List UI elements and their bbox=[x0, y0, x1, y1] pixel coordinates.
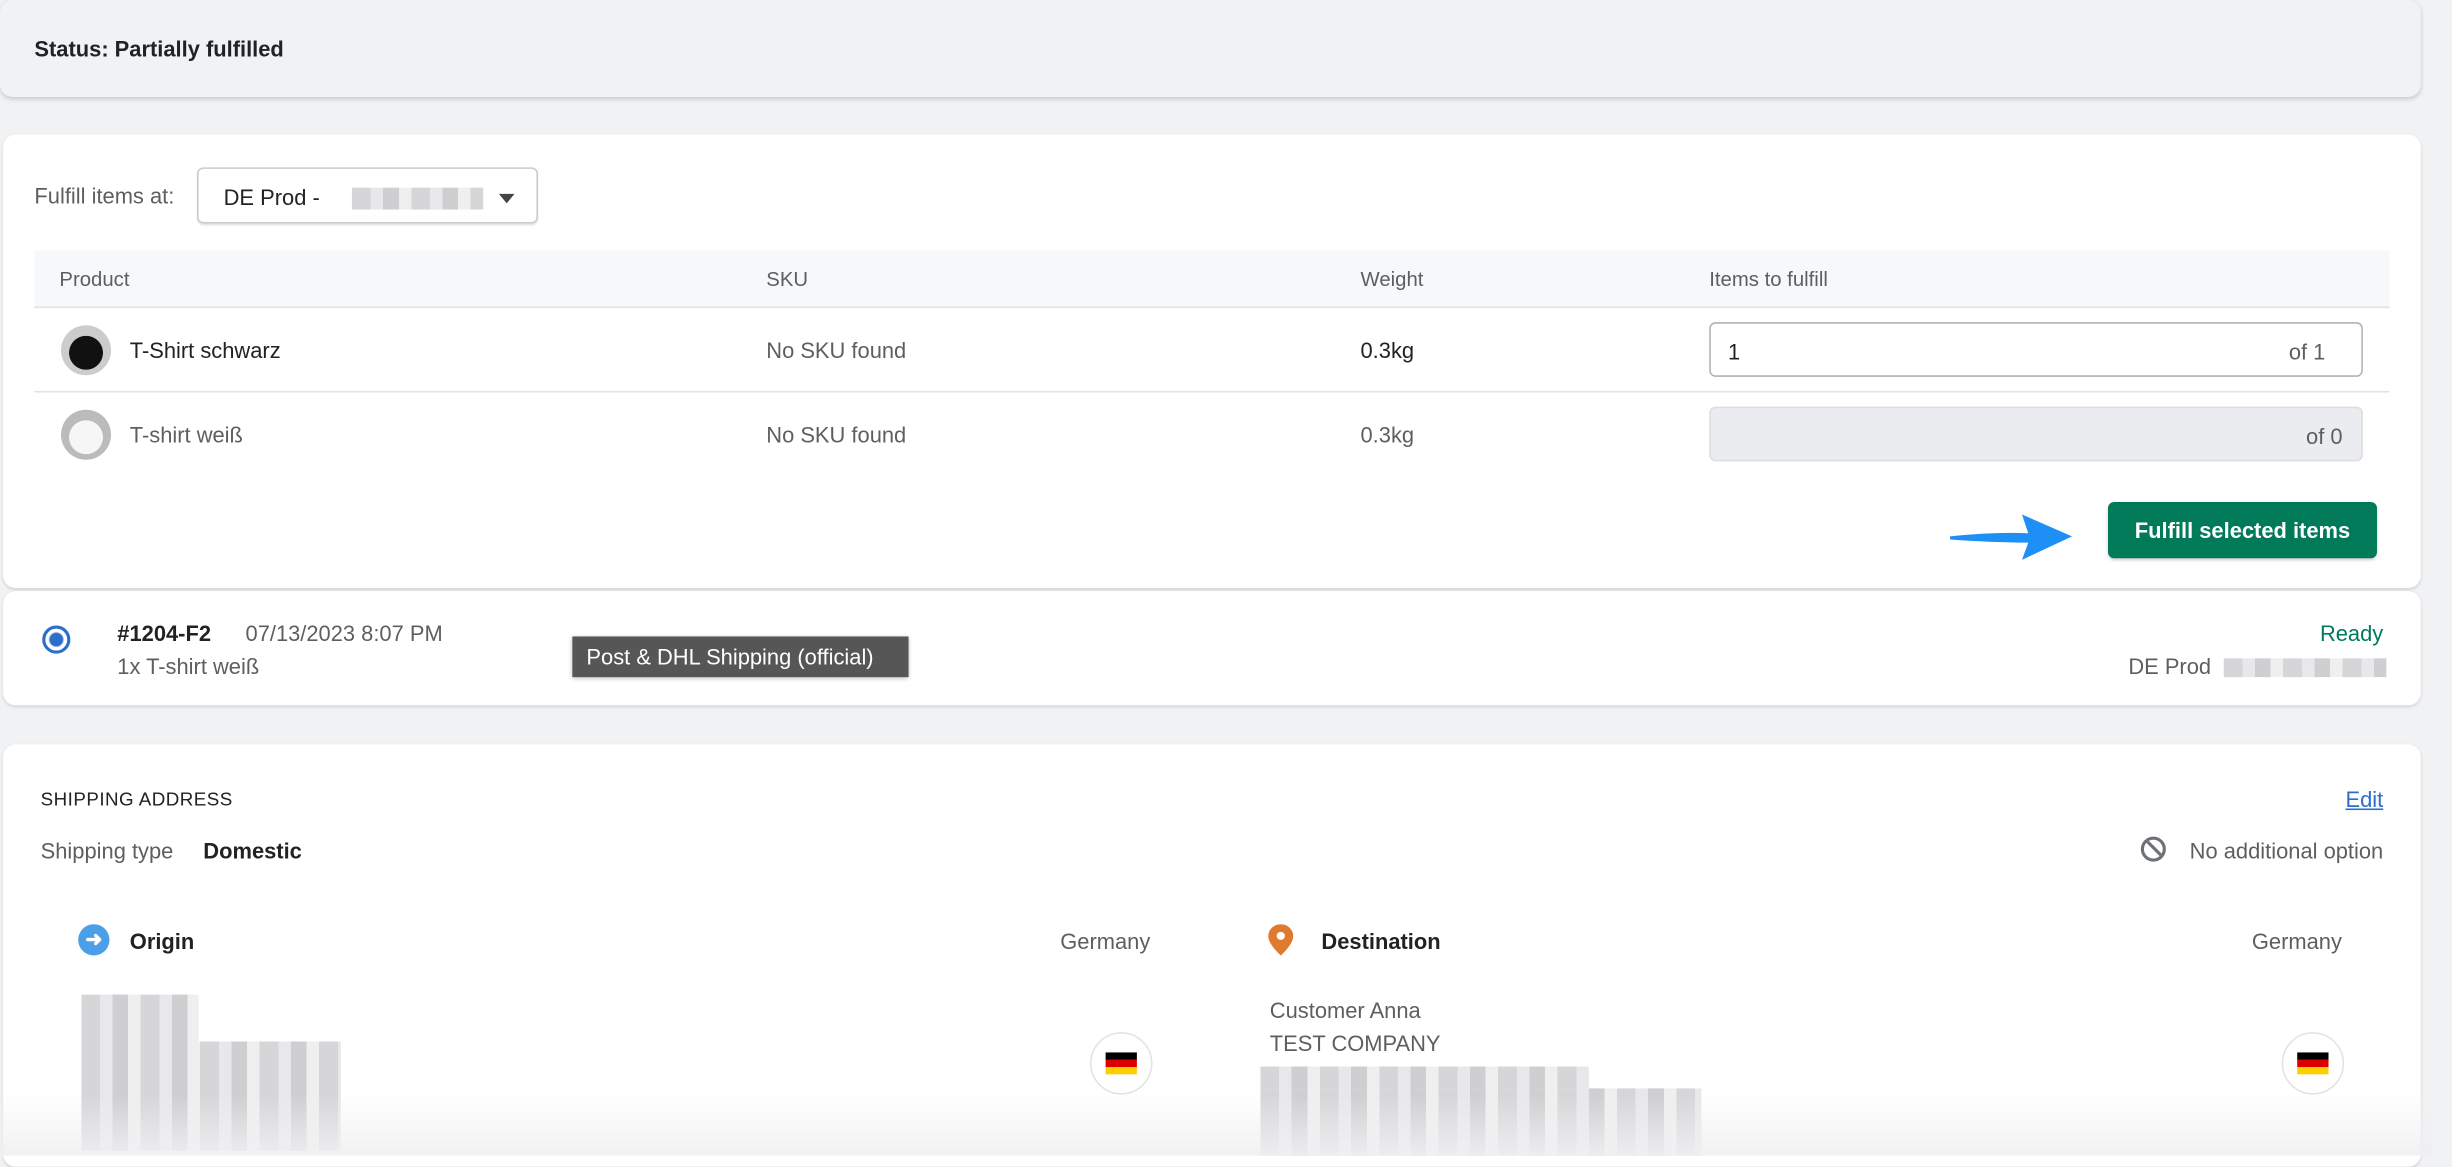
quantity-max: of 1 bbox=[2288, 339, 2326, 365]
quantity-value: 1 bbox=[1727, 339, 1741, 365]
fulfillment-items: 1x T-shirt weiß bbox=[117, 653, 260, 679]
column-sku: SKU bbox=[766, 267, 809, 291]
status-card: Status: Partially fulfilled bbox=[0, 0, 2421, 97]
table-header bbox=[34, 250, 2390, 309]
prohibited-icon bbox=[2140, 836, 2166, 862]
product-name: T-Shirt schwarz bbox=[129, 337, 281, 363]
germany-flag-icon bbox=[2281, 1032, 2345, 1095]
destination-company: TEST COMPANY bbox=[1269, 1030, 1441, 1056]
fulfill-selected-items-button[interactable]: Fulfill selected items bbox=[2108, 501, 2377, 559]
fulfillment-location: DE Prod bbox=[2128, 653, 2212, 679]
column-product: Product bbox=[59, 267, 130, 291]
edit-link[interactable]: Edit bbox=[2346, 787, 2384, 812]
fulfillment-card[interactable] bbox=[3, 591, 2421, 706]
location-pin-icon bbox=[1268, 924, 1294, 956]
fulfillment-status: Ready bbox=[2319, 620, 2384, 646]
weight: 0.3kg bbox=[1360, 422, 1415, 448]
redacted-location bbox=[351, 187, 484, 210]
sku: No SKU found bbox=[766, 422, 907, 448]
quantity-input-disabled: of 0 bbox=[1709, 406, 2363, 462]
shipping-type-label: Shipping type bbox=[40, 838, 174, 864]
shipping-title: SHIPPING ADDRESS bbox=[40, 788, 233, 811]
fulfillment-id: #1204-F2 bbox=[117, 620, 212, 646]
fulfill-location-label: Fulfill items at: bbox=[34, 182, 175, 208]
destination-name: Customer Anna bbox=[1269, 997, 1421, 1023]
radio-selected-icon[interactable] bbox=[42, 625, 71, 654]
germany-flag-icon bbox=[1089, 1032, 1153, 1095]
status-text: Status: Partially fulfilled bbox=[34, 35, 284, 61]
table-row bbox=[34, 390, 2390, 393]
product-thumbnail bbox=[60, 325, 112, 376]
column-items-to-fulfill: Items to fulfill bbox=[1709, 267, 1828, 291]
product-name: T-shirt weiß bbox=[129, 422, 243, 448]
redacted-destination-address bbox=[1260, 1066, 1589, 1089]
location-select-value: DE Prod - bbox=[223, 184, 320, 210]
tooltip: Post & DHL Shipping (official) bbox=[572, 636, 909, 678]
quantity-max: of 0 bbox=[2306, 423, 2343, 449]
sku: No SKU found bbox=[766, 337, 907, 363]
bottom-fade bbox=[0, 1094, 2452, 1156]
arrow-right-circle-icon: ➜ bbox=[78, 924, 110, 956]
caret-down-icon bbox=[498, 193, 515, 204]
weight: 0.3kg bbox=[1360, 337, 1415, 363]
additional-option: No additional option bbox=[2189, 838, 2384, 864]
quantity-input[interactable]: 1 of 1 bbox=[1709, 322, 2363, 377]
origin-label: Origin bbox=[129, 928, 195, 954]
location-select[interactable]: DE Prod - bbox=[197, 167, 538, 224]
origin-country: Germany bbox=[1060, 928, 1151, 954]
arrow-annotation-icon bbox=[1950, 514, 2073, 560]
destination-label: Destination bbox=[1321, 928, 1441, 954]
scrollbar[interactable] bbox=[2433, 0, 2452, 1156]
redacted-location bbox=[2223, 658, 2387, 678]
shipping-type-value: Domestic bbox=[203, 838, 302, 864]
redacted-origin-address bbox=[81, 994, 199, 1042]
fulfillment-date: 07/13/2023 8:07 PM bbox=[245, 620, 443, 646]
product-thumbnail bbox=[60, 409, 112, 460]
destination-country: Germany bbox=[2251, 928, 2342, 954]
column-weight: Weight bbox=[1360, 267, 1424, 291]
